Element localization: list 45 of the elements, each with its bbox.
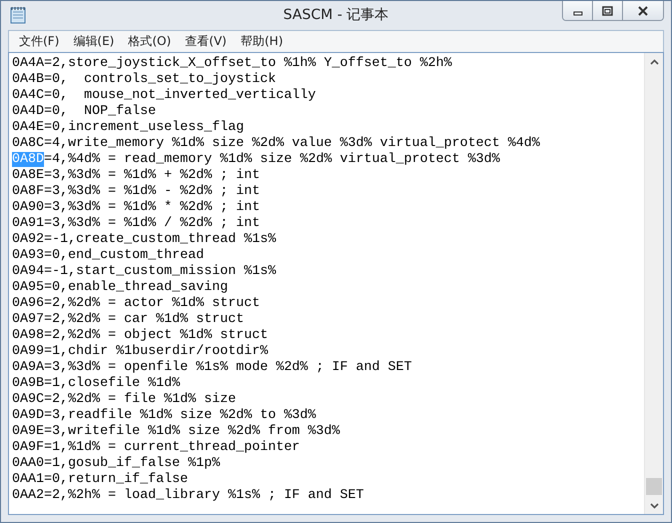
text-line: 0A9C=2,%2d% = file %1d% size <box>12 392 236 407</box>
scroll-thumb[interactable] <box>646 478 662 495</box>
text-line: 0A90=3,%3d% = %1d% * %2d% ; int <box>12 200 260 215</box>
text-line: 0A8E=3,%3d% = %1d% + %2d% ; int <box>12 168 260 183</box>
text-line: 0A9D=3,readfile %1d% size %2d% to %3d% <box>12 408 316 423</box>
text-line: 0A4E=0,increment_useless_flag <box>12 120 244 135</box>
text-line: 0A9F=1,%1d% = current_thread_pointer <box>12 440 300 455</box>
text-line: 0AA1=0,return_if_false <box>12 472 188 487</box>
selected-text: 0A8D <box>12 152 44 167</box>
menu-item[interactable]: 格式(O) <box>122 33 178 50</box>
window-title: SASCM - 记事本 <box>283 7 389 23</box>
text-line: 0A99=1,chdir %1buserdir/rootdir% <box>12 344 268 359</box>
text-line: 0A93=0,end_custom_thread <box>12 248 204 263</box>
text-line: 0AA2=2,%2h% = load_library %1s% ; IF and SET <box>12 488 364 503</box>
minimize-button[interactable] <box>563 1 593 20</box>
text-line: 0A9B=1,closefile %1d% <box>12 376 180 391</box>
text-line: 0A98=2,%2d% = object %1d% struct <box>12 328 268 343</box>
menu-item[interactable]: 帮助(H) <box>234 33 289 50</box>
menu-item[interactable]: 文件(F) <box>13 33 66 50</box>
scroll-down-icon[interactable] <box>650 502 658 508</box>
text-line: 0A8C=4,write_memory %1d% size %2d% value %3d% virtual_protect %4d% <box>12 136 540 151</box>
text-line: 0A4C=0, mouse_not_inverted_vertically <box>12 88 316 103</box>
close-icon <box>637 6 649 16</box>
text-line: 0A95=0,enable_thread_saving <box>12 280 228 295</box>
text-line: 0A92=-1,create_custom_thread %1s% <box>12 232 276 247</box>
text-line: 0A96=2,%2d% = actor %1d% struct <box>12 296 260 311</box>
menu-item[interactable]: 编辑(E) <box>67 33 120 50</box>
text-line: 0A91=3,%3d% = %1d% / %2d% ; int <box>12 216 260 231</box>
text-line: 0A9E=3,writefile %1d% size %2d% from %3d% <box>12 424 340 439</box>
text-line: =4,%4d% = read_memory %1d% size %2d% virtual_protect %3d% <box>44 152 500 167</box>
text-line: 0A9A=3,%3d% = openfile %1s% mode %2d% ; IF and SET <box>12 360 412 375</box>
scroll-up-icon[interactable] <box>650 58 658 64</box>
notepad-icon <box>10 6 26 24</box>
maximize-button[interactable] <box>593 1 623 20</box>
close-button[interactable] <box>623 1 663 20</box>
text-line: 0A4D=0, NOP_false <box>12 104 156 119</box>
text-line: 0A4B=0, controls_set_to_joystick <box>12 72 276 87</box>
maximize-icon <box>602 6 613 16</box>
text-line: 0AA0=1,gosub_if_false %1p% <box>12 456 220 471</box>
text-line: 0A97=2,%2d% = car %1d% struct <box>12 312 244 327</box>
text-line: 0A94=-1,start_custom_mission %1s% <box>12 264 276 279</box>
menu-item[interactable]: 查看(V) <box>179 33 233 50</box>
text-line: 0A4A=2,store_joystick_X_offset_to %1h% Y_offset_to %2h% <box>12 56 452 71</box>
scrollbar[interactable] <box>644 53 663 514</box>
text-line: 0A8F=3,%3d% = %1d% - %2d% ; int <box>12 184 260 199</box>
